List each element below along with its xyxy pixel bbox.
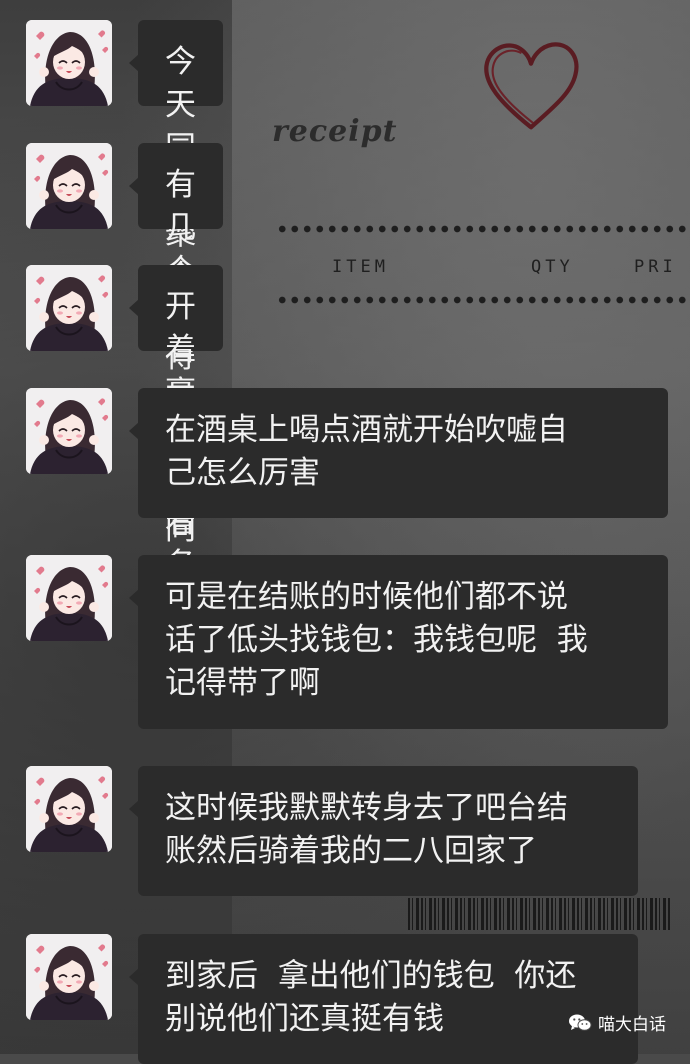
watermark-text: 喵大白话 xyxy=(598,1015,666,1035)
message-bubble[interactable]: 到家后 拿出他们的钱包 你还 别说他们还真挺有钱 xyxy=(129,934,638,1064)
wechat-icon xyxy=(569,1014,592,1031)
heart-doodle-icon xyxy=(484,42,579,130)
receipt-dotted-line xyxy=(276,295,690,305)
avatar[interactable] xyxy=(26,934,112,1020)
receipt-column-price: PRI xyxy=(634,257,677,277)
receipt-dotted-line xyxy=(276,224,690,234)
avatar-girl-icon xyxy=(26,555,112,641)
avatar-girl-icon xyxy=(26,143,112,229)
avatar[interactable] xyxy=(26,265,112,351)
avatar[interactable] xyxy=(26,555,112,641)
receipt-column-qty: QTY xyxy=(531,257,574,277)
message-bubble[interactable]: 可是在结账的时候他们都不说 话了低头找钱包：我钱包呢 我 记得带了啊 xyxy=(129,555,668,729)
message-bubble[interactable]: 开着豪车 穿着名牌 xyxy=(129,265,223,626)
receipt-column-item: ITEM xyxy=(332,257,389,277)
message-bubble[interactable]: 这时候我默默转身去了吧台结 账然后骑着我的二八回家了 xyxy=(129,766,638,896)
avatar-girl-icon xyxy=(26,388,112,474)
barcode xyxy=(408,898,670,930)
avatar-girl-icon xyxy=(26,934,112,1020)
avatar[interactable] xyxy=(26,20,112,106)
avatar-girl-icon xyxy=(26,20,112,106)
avatar-girl-icon xyxy=(26,766,112,852)
avatar[interactable] xyxy=(26,143,112,229)
avatar-girl-icon xyxy=(26,265,112,351)
avatar[interactable] xyxy=(26,388,112,474)
watermark: 喵大白话 xyxy=(568,1010,666,1035)
message-bubble[interactable]: 有几个混得不错的同学 xyxy=(129,143,223,590)
receipt-title: receipt xyxy=(272,114,398,149)
message-bubble[interactable]: 今天同学聚会 xyxy=(129,20,223,295)
message-bubble[interactable]: 在酒桌上喝点酒就开始吹嘘自 己怎么厉害 xyxy=(129,388,668,518)
avatar[interactable] xyxy=(26,766,112,852)
